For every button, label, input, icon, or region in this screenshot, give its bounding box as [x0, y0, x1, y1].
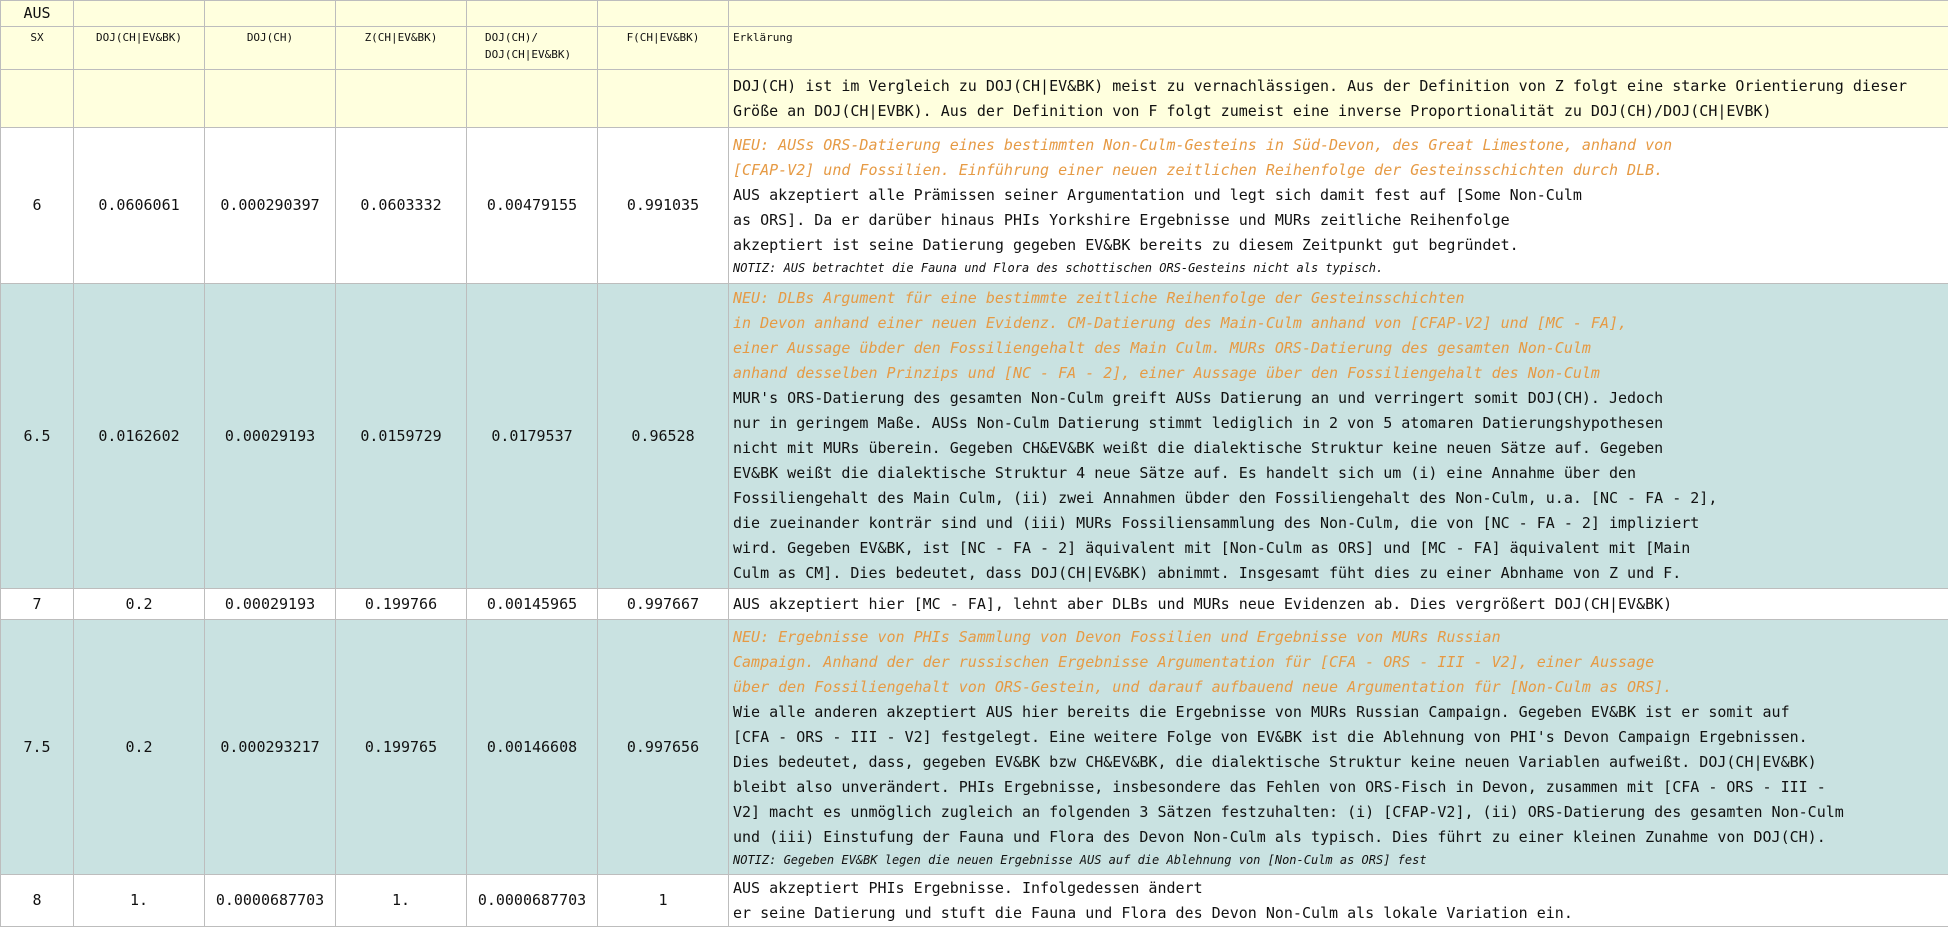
header-ratio: DOJ(CH)/ DOJ(CH|EV&BK)	[466, 26, 598, 70]
header-sx: SX	[0, 26, 74, 70]
header-erklaerung: Erklärung	[728, 26, 1948, 70]
cell-f: 1	[597, 874, 729, 927]
new-evidence-text: NEU: DLBs Argument für eine bestimmte ze…	[733, 289, 1628, 382]
explanation-text: AUS akzeptiert PHIs Ergebnisse. Infolged…	[733, 878, 1573, 922]
table-row: 7.5 0.2 0.000293217 0.199765 0.00146608 …	[0, 619, 1948, 875]
cell-doj-ch: 0.000290397	[204, 127, 336, 284]
cell-z: 0.199765	[335, 619, 467, 875]
header-row: SX DOJ(CH|EV&BK) DOJ(CH) Z(CH|EV&BK) DOJ…	[0, 26, 1948, 70]
header-doj-ch-evbk: DOJ(CH|EV&BK)	[73, 26, 205, 70]
table-row: 8 1. 0.0000687703 1. 0.0000687703 1 AUS …	[0, 874, 1948, 927]
cell-doj-ch-evbk: 0.0606061	[73, 127, 205, 284]
header-z: Z(CH|EV&BK)	[335, 26, 467, 70]
cell-sx: 8	[0, 874, 74, 927]
cell-doj-ch-evbk: 1.	[73, 874, 205, 927]
cell-ratio: 0.00146608	[466, 619, 598, 875]
table-title: AUS	[0, 0, 74, 27]
table-row: 7 0.2 0.00029193 0.199766 0.00145965 0.9…	[0, 588, 1948, 620]
cell-f: 0.96528	[597, 283, 729, 589]
cell-sx: 6	[0, 127, 74, 284]
cell-erklaerung: NEU: Ergebnisse von PHIs Sammlung von De…	[728, 619, 1948, 875]
new-evidence-text: NEU: Ergebnisse von PHIs Sammlung von De…	[733, 627, 1673, 696]
cell-erklaerung: NEU: DLBs Argument für eine bestimmte ze…	[728, 283, 1948, 589]
cell-doj-ch: 0.000293217	[204, 619, 336, 875]
title-row: AUS	[0, 0, 1948, 27]
cell-doj-ch-evbk: 0.2	[73, 619, 205, 875]
cell-ratio: 0.0179537	[466, 283, 598, 589]
cell-erklaerung: NEU: AUSs ORS-Datierung eines bestimmten…	[728, 127, 1948, 284]
cell-doj-ch: 0.00029193	[204, 283, 336, 589]
table-row: 6 0.0606061 0.000290397 0.0603332 0.0047…	[0, 127, 1948, 284]
sx-table: AUS SX DOJ(CH|EV&BK) DOJ(CH) Z(CH|EV&BK)…	[0, 0, 1948, 927]
table-row: 6.5 0.0162602 0.00029193 0.0159729 0.017…	[0, 283, 1948, 589]
explanation-text: AUS akzeptiert hier [MC - FA], lehnt abe…	[733, 594, 1673, 613]
new-evidence-text: NEU: AUSs ORS-Datierung eines bestimmten…	[733, 136, 1673, 179]
cell-z: 0.0159729	[335, 283, 467, 589]
note-text: NOTIZ: AUS betrachtet die Fauna und Flor…	[733, 261, 1384, 275]
cell-z: 1.	[335, 874, 467, 927]
cell-sx: 7.5	[0, 619, 74, 875]
note-text: NOTIZ: Gegeben EV&BK legen die neuen Erg…	[733, 852, 1427, 867]
cell-sx: 7	[0, 588, 74, 620]
explanation-text: MUR's ORS-Datierung des gesamten Non-Cul…	[733, 389, 1718, 582]
cell-doj-ch: 0.0000687703	[204, 874, 336, 927]
explanation-text: AUS akzeptiert alle Prämissen seiner Arg…	[733, 186, 1582, 254]
cell-ratio: 0.00479155	[466, 127, 598, 284]
cell-doj-ch: 0.00029193	[204, 588, 336, 620]
cell-f: 0.997656	[597, 619, 729, 875]
cell-f: 0.997667	[597, 588, 729, 620]
intro-row: DOJ(CH) ist im Vergleich zu DOJ(CH|EV&BK…	[0, 69, 1948, 128]
cell-erklaerung: AUS akzeptiert hier [MC - FA], lehnt abe…	[728, 588, 1948, 620]
intro-text: DOJ(CH) ist im Vergleich zu DOJ(CH|EV&BK…	[728, 69, 1948, 128]
cell-erklaerung: AUS akzeptiert PHIs Ergebnisse. Infolged…	[728, 874, 1948, 927]
header-doj-ch: DOJ(CH)	[204, 26, 336, 70]
cell-z: 0.199766	[335, 588, 467, 620]
cell-sx: 6.5	[0, 283, 74, 589]
explanation-text: Wie alle anderen akzeptiert AUS hier ber…	[733, 702, 1844, 846]
header-f: F(CH|EV&BK)	[597, 26, 729, 70]
cell-doj-ch-evbk: 0.2	[73, 588, 205, 620]
cell-f: 0.991035	[597, 127, 729, 284]
cell-ratio: 0.00145965	[466, 588, 598, 620]
cell-ratio: 0.0000687703	[466, 874, 598, 927]
cell-z: 0.0603332	[335, 127, 467, 284]
cell-doj-ch-evbk: 0.0162602	[73, 283, 205, 589]
